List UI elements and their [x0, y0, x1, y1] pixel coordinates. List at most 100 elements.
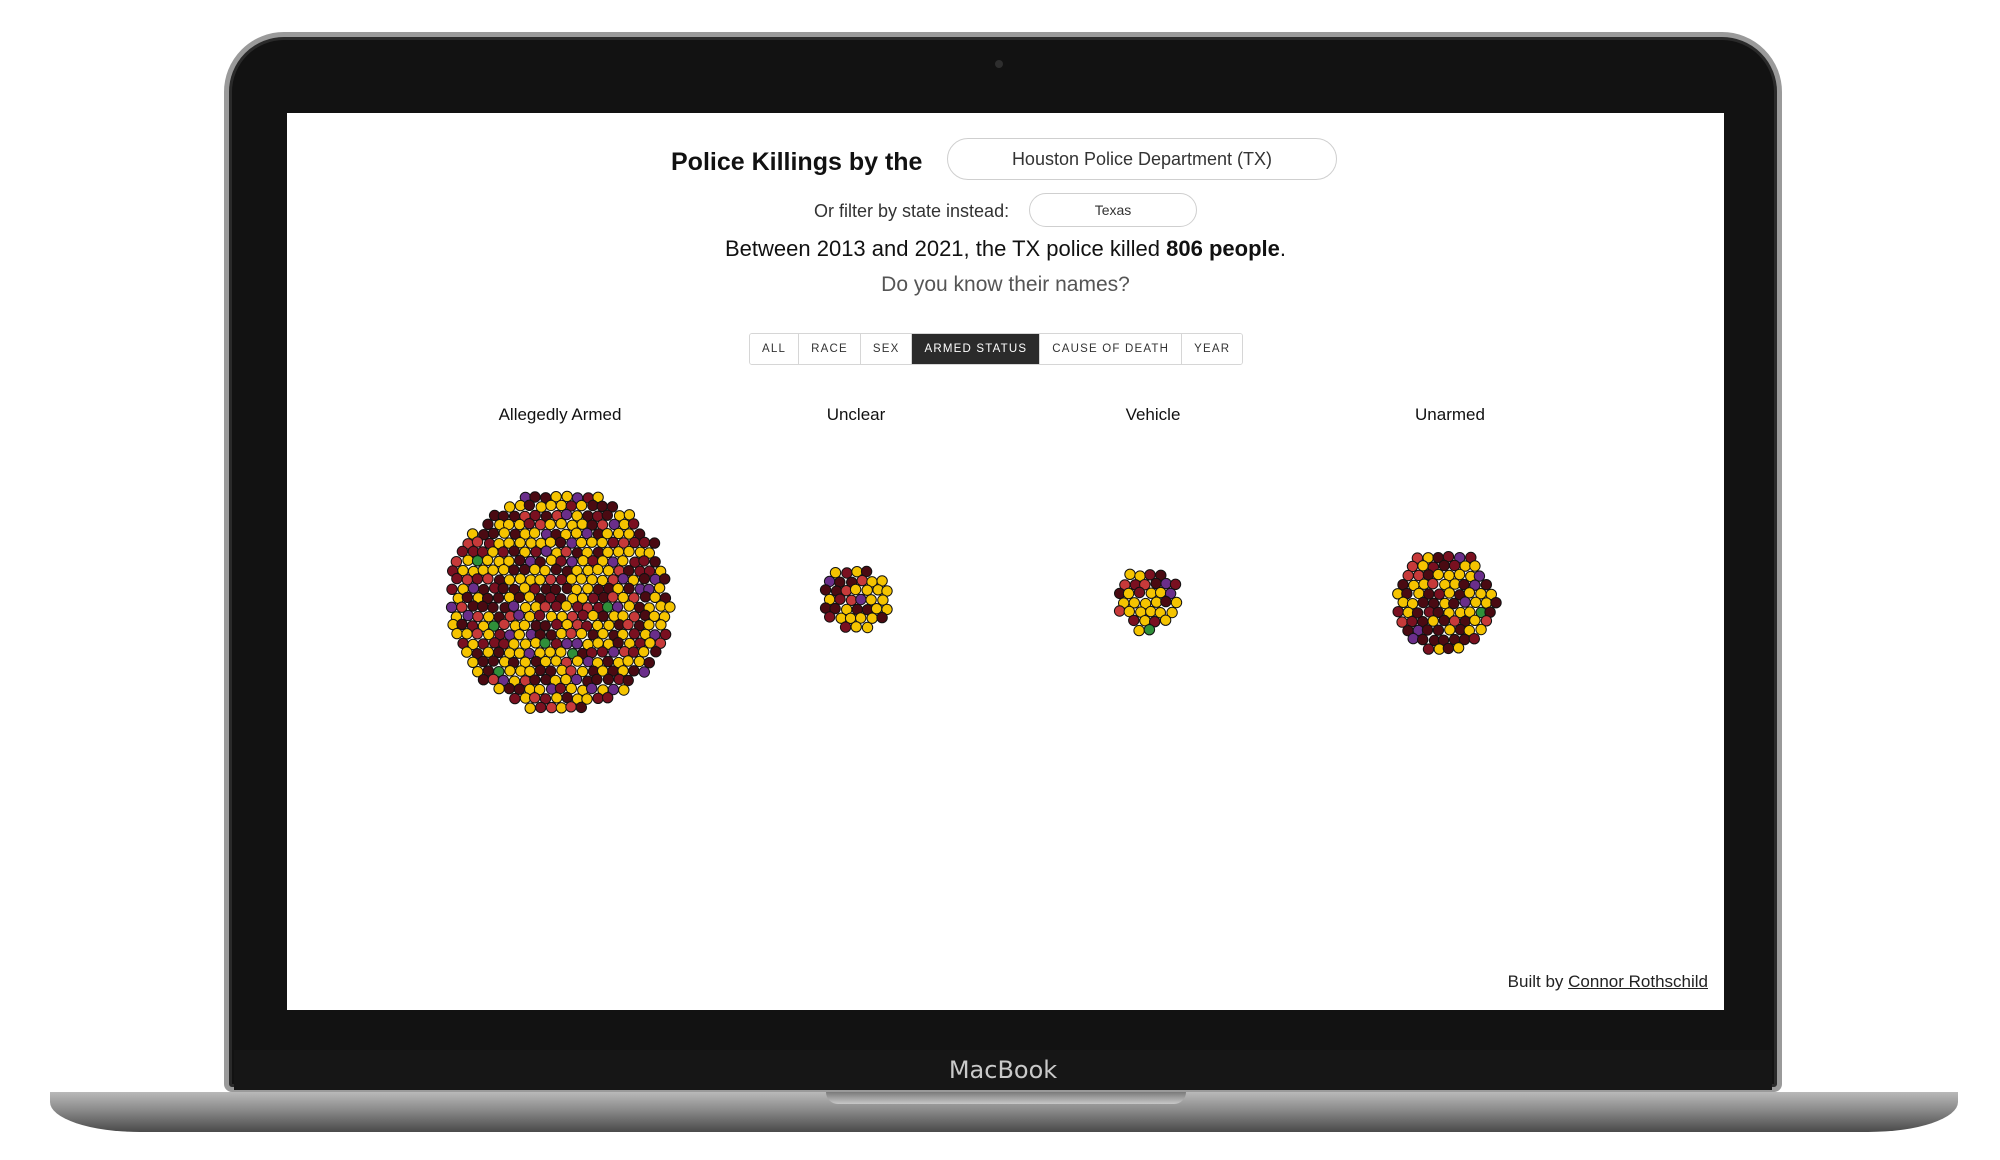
victim-dot[interactable] — [1122, 587, 1135, 600]
victim-dot[interactable] — [451, 572, 463, 585]
victim-dot[interactable] — [628, 628, 641, 640]
victim-dot[interactable] — [1432, 568, 1445, 581]
victim-dot[interactable] — [855, 593, 867, 606]
victim-dot[interactable] — [508, 564, 520, 576]
victim-dot[interactable] — [649, 556, 661, 568]
victim-dot[interactable] — [623, 545, 635, 558]
victim-dot[interactable] — [462, 554, 474, 566]
victim-dot[interactable] — [1490, 597, 1502, 609]
victim-dot[interactable] — [1170, 596, 1183, 609]
victim-dot[interactable] — [1113, 605, 1126, 617]
victim-dot[interactable] — [524, 702, 536, 714]
victim-dot[interactable] — [482, 518, 494, 530]
victim-dot[interactable] — [608, 646, 620, 658]
victim-dot[interactable] — [545, 499, 557, 512]
victim-dot[interactable] — [504, 501, 516, 513]
victim-dot[interactable] — [575, 499, 588, 512]
victim-dot[interactable] — [488, 637, 501, 649]
victim-dot[interactable] — [523, 591, 536, 603]
victim-dot[interactable] — [618, 684, 630, 696]
victim-dot[interactable] — [555, 518, 567, 530]
victim-dot[interactable] — [607, 536, 619, 549]
victim-dot[interactable] — [841, 567, 853, 579]
victim-dot[interactable] — [824, 611, 836, 623]
victim-dot[interactable] — [498, 527, 511, 539]
victim-dot[interactable] — [477, 600, 489, 613]
victim-dot[interactable] — [575, 573, 588, 585]
victim-dot[interactable] — [1422, 643, 1435, 655]
victim-dot[interactable] — [509, 692, 521, 705]
victim-dot[interactable] — [638, 536, 651, 549]
victim-dot[interactable] — [540, 673, 552, 686]
victim-dot[interactable] — [1417, 633, 1429, 646]
victim-dot[interactable] — [834, 593, 846, 605]
victim-dot[interactable] — [1417, 596, 1429, 609]
victim-dot[interactable] — [601, 509, 613, 521]
victim-dot[interactable] — [1427, 578, 1439, 590]
victim-dot[interactable] — [477, 655, 489, 668]
victim-dot[interactable] — [483, 611, 495, 623]
victim-dot[interactable] — [504, 665, 516, 677]
victim-dot[interactable] — [498, 618, 510, 630]
victim-dot[interactable] — [497, 546, 509, 558]
victim-dot[interactable] — [1397, 596, 1409, 608]
victim-dot[interactable] — [1145, 605, 1157, 618]
victim-dot[interactable] — [487, 527, 500, 540]
victim-dot[interactable] — [643, 657, 655, 669]
victim-dot[interactable] — [1443, 587, 1456, 599]
victim-dot[interactable] — [523, 499, 536, 511]
victim-dot[interactable] — [849, 583, 862, 596]
victim-dot[interactable] — [467, 582, 480, 594]
victim-dot[interactable] — [1448, 597, 1460, 610]
victim-dot[interactable] — [446, 583, 458, 595]
victim-dot[interactable] — [445, 601, 458, 613]
victim-dot[interactable] — [587, 592, 600, 604]
victim-dot[interactable] — [597, 628, 609, 640]
victim-dot[interactable] — [592, 563, 604, 576]
victim-dot[interactable] — [467, 600, 479, 612]
victim-dot[interactable] — [1433, 588, 1446, 600]
victim-dot[interactable] — [513, 518, 526, 531]
victim-dot[interactable] — [633, 655, 646, 668]
victim-dot[interactable] — [554, 536, 567, 549]
victim-dot[interactable] — [1469, 614, 1481, 626]
victim-dot[interactable] — [487, 655, 500, 667]
victim-dot[interactable] — [451, 627, 463, 640]
victim-dot[interactable] — [612, 527, 625, 540]
victim-dot[interactable] — [1160, 595, 1172, 608]
victim-dot[interactable] — [655, 619, 667, 631]
victim-dot[interactable] — [493, 682, 505, 695]
victim-dot[interactable] — [528, 527, 541, 539]
victim-dot[interactable] — [623, 600, 635, 612]
victim-dot[interactable] — [622, 655, 634, 667]
victim-dot[interactable] — [596, 536, 608, 549]
victim-dot[interactable] — [561, 490, 573, 503]
victim-dot[interactable] — [498, 564, 510, 576]
victim-dot[interactable] — [861, 621, 874, 634]
victim-dot[interactable] — [467, 656, 479, 668]
victim-dot[interactable] — [622, 674, 634, 687]
victim-dot[interactable] — [1468, 633, 1481, 645]
victim-dot[interactable] — [482, 573, 494, 585]
victim-dot[interactable] — [518, 619, 531, 631]
victim-dot[interactable] — [861, 584, 873, 596]
victim-dot[interactable] — [577, 555, 589, 567]
victim-dot[interactable] — [560, 508, 573, 521]
victim-dot[interactable] — [570, 527, 583, 539]
victim-dot[interactable] — [471, 536, 484, 548]
victim-dot[interactable] — [650, 646, 662, 658]
victim-dot[interactable] — [487, 601, 499, 614]
victim-dot[interactable] — [1442, 642, 1455, 655]
victim-dot[interactable] — [487, 673, 500, 686]
victim-dot[interactable] — [555, 499, 568, 512]
victim-dot[interactable] — [819, 584, 832, 596]
victim-dot[interactable] — [535, 701, 547, 714]
victim-dot[interactable] — [1475, 623, 1487, 636]
victim-dot[interactable] — [456, 618, 468, 630]
victim-dot[interactable] — [565, 573, 578, 585]
victim-dot[interactable] — [1438, 614, 1450, 627]
victim-dot[interactable] — [472, 610, 484, 623]
victim-dot[interactable] — [1469, 560, 1481, 572]
victim-dot[interactable] — [638, 646, 650, 658]
victim-dot[interactable] — [617, 573, 629, 585]
